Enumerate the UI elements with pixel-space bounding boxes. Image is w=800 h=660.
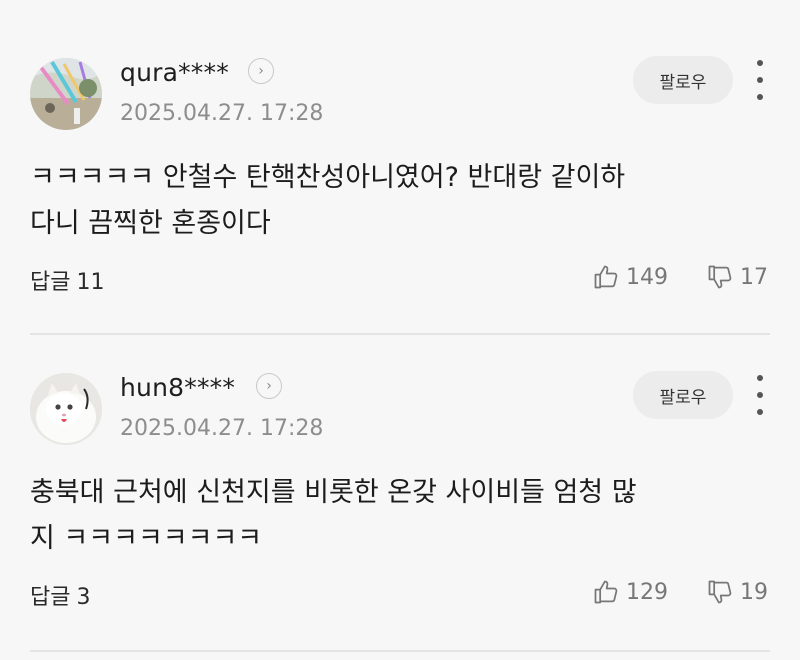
like-count: 129 xyxy=(626,579,668,605)
thumbs-up-icon xyxy=(594,265,618,289)
comment-body: 충북대 근처에 신천지를 비롯한 온갖 사이비들 엄청 많 지 ㅋㅋㅋㅋㅋㅋㅋㅋ xyxy=(30,470,740,562)
comment-line: 충북대 근처에 신천지를 비롯한 온갖 사이비들 엄청 많 xyxy=(30,477,637,508)
comment-list: qura**** › 2025.04.27. 17:28 팔로우 ㅋㅋㅋㅋㅋ 안… xyxy=(0,0,800,660)
reply-button[interactable]: 답글 11 xyxy=(30,264,104,296)
reply-count: 3 xyxy=(76,585,91,610)
timestamp: 2025.04.27. 17:28 xyxy=(120,101,324,126)
chevron-right-icon[interactable]: › xyxy=(256,373,282,399)
avatar[interactable] xyxy=(30,373,102,445)
dislike-button[interactable]: 19 xyxy=(706,575,768,609)
avatar-photo-outdoor xyxy=(30,58,102,130)
reply-button[interactable]: 답글 3 xyxy=(30,579,90,611)
comment-line: ㅋㅋㅋㅋㅋ 안철수 탄핵찬성아니였어? 반대랑 같이하 xyxy=(30,162,626,193)
like-button[interactable]: 129 xyxy=(592,575,668,609)
follow-button[interactable]: 팔로우 xyxy=(633,56,733,104)
reply-count: 11 xyxy=(76,270,105,295)
comment-item: qura**** › 2025.04.27. 17:28 팔로우 ㅋㅋㅋㅋㅋ 안… xyxy=(0,0,800,330)
comment-line: 지 ㅋㅋㅋㅋㅋㅋㅋㅋ xyxy=(30,523,263,554)
reply-label: 답글 xyxy=(30,270,71,295)
more-vertical-icon[interactable] xyxy=(750,60,770,100)
follow-button[interactable]: 팔로우 xyxy=(633,371,733,419)
avatar-photo-white-cat xyxy=(30,373,102,445)
divider xyxy=(30,650,770,652)
comment-item: hun8**** › 2025.04.27. 17:28 팔로우 충북대 근처에… xyxy=(0,315,800,645)
comment-line: 다니 끔찍한 혼종이다 xyxy=(30,208,271,239)
thumbs-down-icon xyxy=(708,580,732,604)
avatar[interactable] xyxy=(30,58,102,130)
thumbs-up-icon xyxy=(594,580,618,604)
dislike-count: 19 xyxy=(740,579,768,605)
comment-body: ㅋㅋㅋㅋㅋ 안철수 탄핵찬성아니였어? 반대랑 같이하 다니 끔찍한 혼종이다 xyxy=(30,155,740,247)
thumbs-down-icon xyxy=(708,265,732,289)
dislike-button[interactable]: 17 xyxy=(706,260,768,294)
chevron-right-icon[interactable]: › xyxy=(248,58,274,84)
timestamp: 2025.04.27. 17:28 xyxy=(120,416,324,441)
reply-label: 답글 xyxy=(30,585,71,610)
like-button[interactable]: 149 xyxy=(592,260,668,294)
dislike-count: 17 xyxy=(740,264,768,290)
like-count: 149 xyxy=(626,264,668,290)
more-vertical-icon[interactable] xyxy=(750,375,770,415)
username[interactable]: hun8**** xyxy=(120,373,235,402)
username[interactable]: qura**** xyxy=(120,58,229,87)
